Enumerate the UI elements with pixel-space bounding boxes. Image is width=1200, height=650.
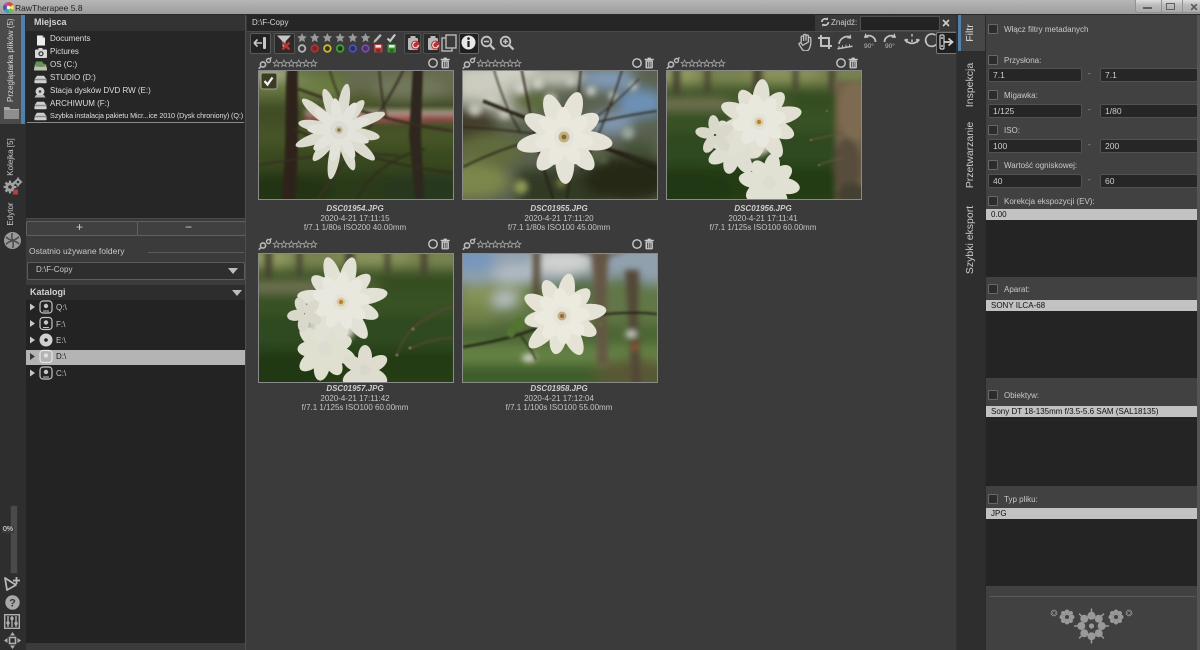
svg-text:?: ?	[9, 597, 16, 609]
